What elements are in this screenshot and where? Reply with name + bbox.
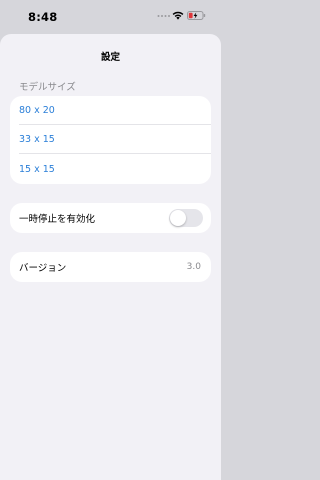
version-group: バージョン 3.0 xyxy=(10,252,211,282)
status-time: 8:48 xyxy=(28,10,58,24)
pause-toggle[interactable] xyxy=(169,209,203,227)
model-size-section-header: モデルサイズ xyxy=(19,82,76,93)
pause-setting-row: 一時停止を有効化 xyxy=(10,203,211,233)
settings-sheet: 設定 モデルサイズ 80 x 20 33 x 15 15 x 15 一時停止を有… xyxy=(0,34,221,480)
model-size-option-label: 80 x 20 xyxy=(19,105,55,116)
cellular-dots-icon xyxy=(157,15,170,17)
page-title: 設定 xyxy=(100,52,120,63)
model-size-option-33x15[interactable]: 33 x 15 xyxy=(10,125,211,154)
version-label: バージョン xyxy=(19,263,67,274)
wifi-icon xyxy=(172,11,184,20)
model-size-option-80x20[interactable]: 80 x 20 xyxy=(10,96,211,125)
status-bar: 8:48 xyxy=(0,0,221,30)
toggle-knob xyxy=(170,210,186,226)
pause-setting-label: 一時停止を有効化 xyxy=(19,214,96,225)
version-value: 3.0 xyxy=(186,262,201,272)
version-row: バージョン 3.0 xyxy=(10,252,211,282)
battery-charging-low-icon xyxy=(187,11,206,20)
model-size-option-15x15[interactable]: 15 x 15 xyxy=(10,154,211,184)
model-size-option-label: 33 x 15 xyxy=(19,134,55,145)
model-size-option-label: 15 x 15 xyxy=(19,163,55,175)
model-size-group: 80 x 20 33 x 15 15 x 15 xyxy=(10,96,211,184)
pause-setting-group: 一時停止を有効化 xyxy=(10,203,211,233)
